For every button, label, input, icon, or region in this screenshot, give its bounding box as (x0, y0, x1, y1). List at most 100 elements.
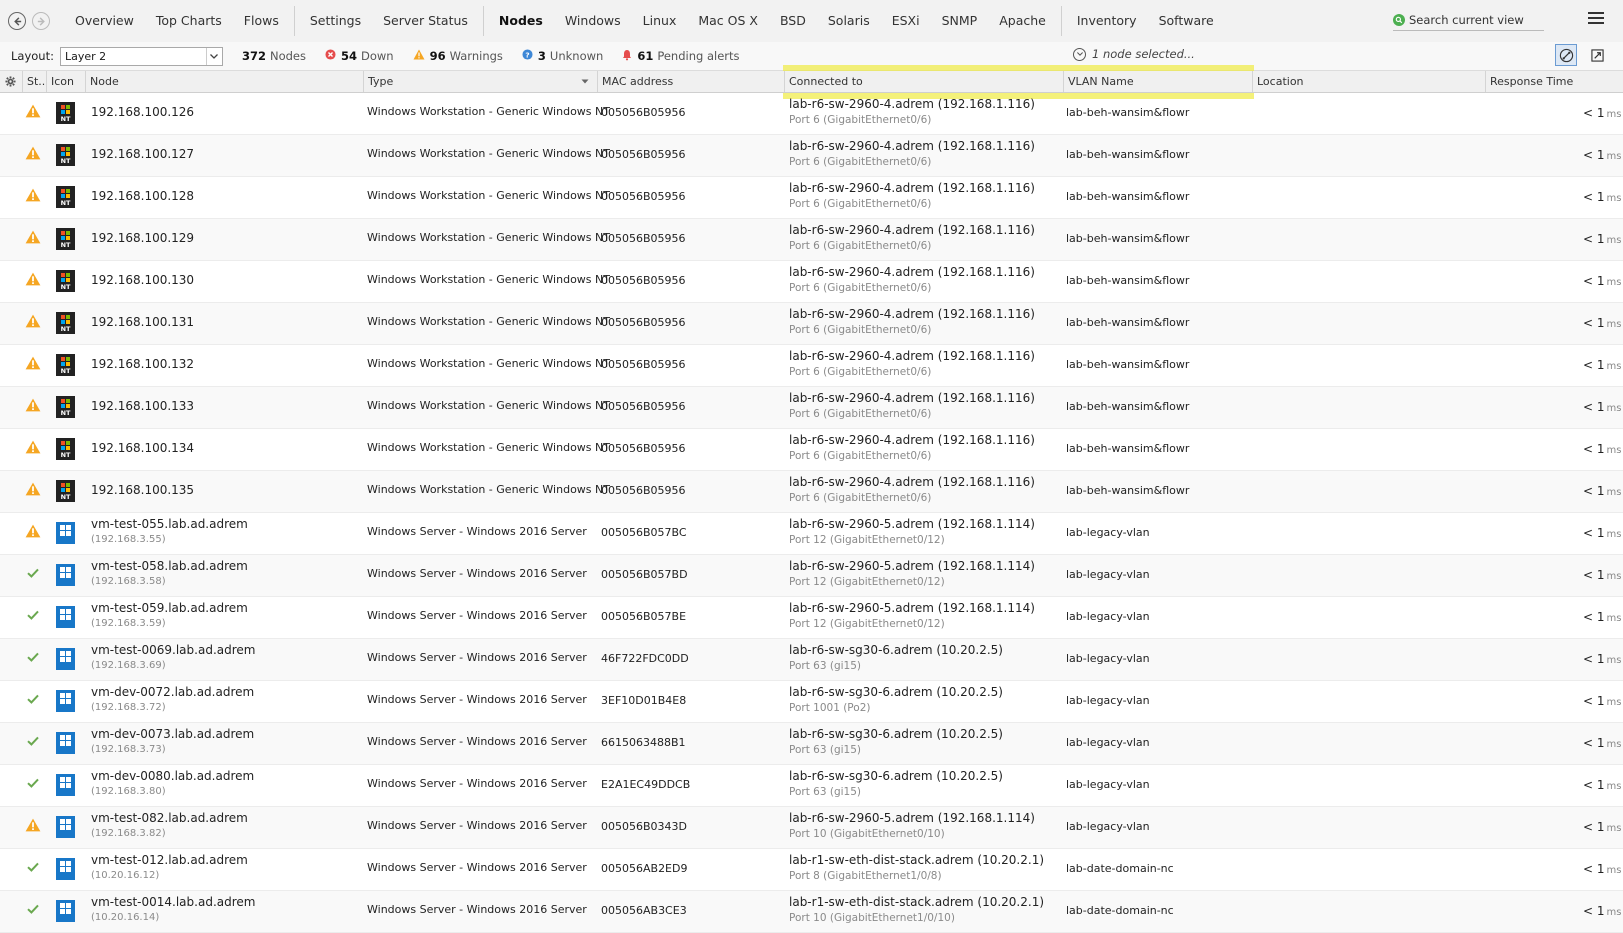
node-name[interactable]: 192.168.100.128 (91, 189, 194, 203)
hamburger-menu-icon[interactable] (1588, 12, 1604, 26)
node-name[interactable]: vm-dev-0073.lab.ad.adrem (91, 727, 254, 741)
connected-to[interactable]: lab-r6-sw-2960-4.adrem (192.168.1.116) (789, 349, 1035, 363)
table-row[interactable]: vm-test-055.lab.ad.adrem (192.168.3.55) Wi… (0, 513, 1623, 555)
node-name[interactable]: vm-test-059.lab.ad.adrem (91, 601, 248, 615)
table-row[interactable]: vm-test-059.lab.ad.adrem (192.168.3.59) Wi… (0, 597, 1623, 639)
connected-to[interactable]: lab-r6-sw-sg30-6.adrem (10.20.2.5) (789, 769, 1003, 783)
table-row[interactable]: NT 192.168.100.133 Windows Workstation - G… (0, 387, 1623, 429)
column-vlan-name[interactable]: VLAN Name (1063, 71, 1252, 92)
tab-solaris[interactable]: Solaris (817, 0, 881, 42)
vlan-name: lab-beh-wansim&flowr (1066, 190, 1190, 203)
down-stat[interactable]: 54 Down (325, 49, 394, 63)
expand-button[interactable] (1586, 44, 1608, 66)
pending-alerts-stat[interactable]: 61 Pending alerts (622, 49, 740, 64)
table-row[interactable]: vm-test-0014.lab.ad.adrem (10.20.16.14) Wi… (0, 891, 1623, 933)
node-name[interactable]: vm-dev-0080.lab.ad.adrem (91, 769, 254, 783)
node-name[interactable]: 192.168.100.130 (91, 273, 194, 287)
column-type[interactable]: Type (363, 71, 597, 92)
table-row[interactable]: vm-test-0069.lab.ad.adrem (192.168.3.69) W… (0, 639, 1623, 681)
connected-to[interactable]: lab-r6-sw-2960-4.adrem (192.168.1.116) (789, 475, 1035, 489)
tab-esxi[interactable]: ESXi (881, 0, 931, 42)
table-row[interactable]: vm-test-058.lab.ad.adrem (192.168.3.58) Wi… (0, 555, 1623, 597)
column-connected-to[interactable]: Connected to (784, 71, 1063, 92)
table-row[interactable]: NT 192.168.100.132 Windows Workstation - G… (0, 345, 1623, 387)
connected-to[interactable]: lab-r6-sw-2960-4.adrem (192.168.1.116) (789, 97, 1035, 111)
selection-info[interactable]: 1 node selected... (1073, 47, 1195, 61)
tab-apache[interactable]: Apache (988, 0, 1057, 42)
connected-to[interactable]: lab-r6-sw-sg30-6.adrem (10.20.2.5) (789, 643, 1003, 657)
tab-mac-os-x[interactable]: Mac OS X (687, 0, 769, 42)
node-name[interactable]: 192.168.100.135 (91, 483, 194, 497)
node-name[interactable]: 192.168.100.134 (91, 441, 194, 455)
node-name[interactable]: vm-test-0014.lab.ad.adrem (91, 895, 255, 909)
tab-software[interactable]: Software (1148, 0, 1225, 42)
connected-to[interactable]: lab-r6-sw-2960-4.adrem (192.168.1.116) (789, 307, 1035, 321)
warnings-stat[interactable]: 96 Warnings (413, 49, 503, 63)
table-row[interactable]: vm-dev-0073.lab.ad.adrem (192.168.3.73) Wi… (0, 723, 1623, 765)
node-name[interactable]: vm-test-058.lab.ad.adrem (91, 559, 248, 573)
tab-settings[interactable]: Settings (299, 0, 372, 42)
connected-to[interactable]: lab-r6-sw-2960-5.adrem (192.168.1.114) (789, 601, 1035, 615)
tab-windows[interactable]: Windows (554, 0, 632, 42)
connected-to[interactable]: lab-r6-sw-2960-4.adrem (192.168.1.116) (789, 181, 1035, 195)
connected-to[interactable]: lab-r1-sw-eth-dist-stack.adrem (10.20.2.… (789, 853, 1044, 867)
node-name[interactable]: vm-test-055.lab.ad.adrem (91, 517, 248, 531)
tab-bsd[interactable]: BSD (769, 0, 817, 42)
column-location[interactable]: Location (1252, 71, 1485, 92)
layout-select[interactable]: Layer 2 (59, 46, 223, 66)
connected-to[interactable]: lab-r6-sw-2960-4.adrem (192.168.1.116) (789, 139, 1035, 153)
connected-to[interactable]: lab-r6-sw-2960-4.adrem (192.168.1.116) (789, 391, 1035, 405)
node-name[interactable]: 192.168.100.133 (91, 399, 194, 413)
tab-inventory[interactable]: Inventory (1066, 0, 1148, 42)
connected-to[interactable]: lab-r6-sw-2960-5.adrem (192.168.1.114) (789, 517, 1035, 531)
node-name[interactable]: 192.168.100.127 (91, 147, 194, 161)
connection-view-button[interactable] (1555, 44, 1577, 66)
tab-nodes[interactable]: Nodes (488, 0, 554, 42)
connected-to[interactable]: lab-r6-sw-2960-4.adrem (192.168.1.116) (789, 223, 1035, 237)
table-row[interactable]: NT 192.168.100.129 Windows Workstation - G… (0, 219, 1623, 261)
search-input[interactable]: Search current view (1393, 10, 1544, 31)
column-response-time[interactable]: Response Time (1485, 71, 1623, 92)
back-button[interactable] (8, 12, 26, 30)
table-row[interactable]: vm-dev-0072.lab.ad.adrem (192.168.3.72) Wi… (0, 681, 1623, 723)
connected-to[interactable]: lab-r6-sw-sg30-6.adrem (10.20.2.5) (789, 685, 1003, 699)
tab-overview[interactable]: Overview (64, 0, 145, 42)
column-node[interactable]: Node (85, 71, 363, 92)
node-name[interactable]: 192.168.100.132 (91, 357, 194, 371)
connected-to[interactable]: lab-r6-sw-2960-5.adrem (192.168.1.114) (789, 559, 1035, 573)
node-name[interactable]: vm-test-082.lab.ad.adrem (91, 811, 248, 825)
table-row[interactable]: NT 192.168.100.127 Windows Workstation - G… (0, 135, 1623, 177)
node-name[interactable]: vm-test-0069.lab.ad.adrem (91, 643, 255, 657)
table-row[interactable]: vm-dev-0080.lab.ad.adrem (192.168.3.80) Wi… (0, 765, 1623, 807)
table-row[interactable]: vm-test-012.lab.ad.adrem (10.20.16.12) Win… (0, 849, 1623, 891)
connected-to[interactable]: lab-r6-sw-2960-5.adrem (192.168.1.114) (789, 811, 1035, 825)
tab-snmp[interactable]: SNMP (931, 0, 989, 42)
connected-to[interactable]: lab-r1-sw-eth-dist-stack.adrem (10.20.2.… (789, 895, 1044, 909)
column-settings-button[interactable] (0, 71, 22, 92)
table-row[interactable]: NT 192.168.100.131 Windows Workstation - G… (0, 303, 1623, 345)
table-row[interactable]: NT 192.168.100.130 Windows Workstation - G… (0, 261, 1623, 303)
table-row[interactable]: NT 192.168.100.126 Windows Workstation - G… (0, 93, 1623, 135)
connected-to[interactable]: lab-r6-sw-2960-4.adrem (192.168.1.116) (789, 265, 1035, 279)
table-row[interactable]: NT 192.168.100.134 Windows Workstation - G… (0, 429, 1623, 471)
tab-linux[interactable]: Linux (632, 0, 688, 42)
node-name[interactable]: 192.168.100.131 (91, 315, 194, 329)
column-icon[interactable]: Icon (46, 71, 85, 92)
tab-server-status[interactable]: Server Status (372, 0, 479, 42)
node-name[interactable]: 192.168.100.129 (91, 231, 194, 245)
node-name[interactable]: vm-test-012.lab.ad.adrem (91, 853, 248, 867)
tab-flows[interactable]: Flows (233, 0, 290, 42)
nodes-count-stat[interactable]: 372 Nodes (242, 49, 306, 63)
connected-to[interactable]: lab-r6-sw-2960-4.adrem (192.168.1.116) (789, 433, 1035, 447)
table-row[interactable]: vm-test-082.lab.ad.adrem (192.168.3.82) Wi… (0, 807, 1623, 849)
node-name[interactable]: 192.168.100.126 (91, 105, 194, 119)
table-row[interactable]: NT 192.168.100.135 Windows Workstation - G… (0, 471, 1623, 513)
column-mac-address[interactable]: MAC address (597, 71, 784, 92)
forward-button[interactable] (32, 12, 50, 30)
column-status[interactable]: St... (22, 71, 46, 92)
unknown-stat[interactable]: ? 3 Unknown (522, 49, 603, 63)
node-name[interactable]: vm-dev-0072.lab.ad.adrem (91, 685, 254, 699)
tab-top-charts[interactable]: Top Charts (145, 0, 233, 42)
connected-to[interactable]: lab-r6-sw-sg30-6.adrem (10.20.2.5) (789, 727, 1003, 741)
table-row[interactable]: NT 192.168.100.128 Windows Workstation - G… (0, 177, 1623, 219)
